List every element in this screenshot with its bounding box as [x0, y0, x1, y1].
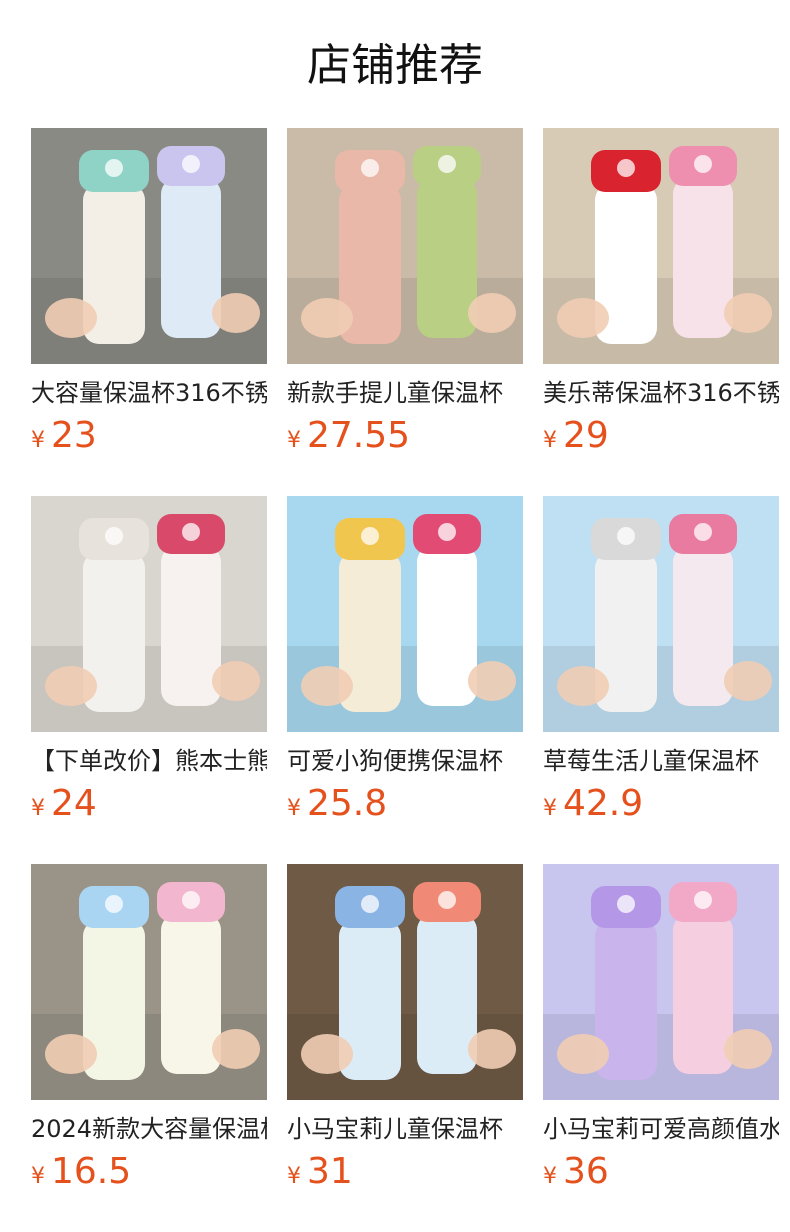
price-amount: 23 [51, 415, 97, 456]
price-amount: 42.9 [563, 783, 644, 824]
product-image[interactable] [543, 496, 779, 732]
currency-symbol: ¥ [287, 1164, 301, 1189]
product-image[interactable] [543, 128, 779, 364]
product-image[interactable] [31, 864, 267, 1100]
product-name[interactable]: 美乐蒂保温杯316不锈钢 [543, 377, 779, 409]
price-amount: 16.5 [51, 1151, 132, 1192]
thermos-bottles-image [543, 128, 779, 364]
product-card[interactable]: 新款手提儿童保温杯 ¥27.55 [287, 128, 523, 468]
product-image[interactable] [31, 128, 267, 364]
product-price: ¥36 [543, 1150, 609, 1194]
currency-symbol: ¥ [31, 428, 45, 453]
price-amount: 24 [51, 783, 97, 824]
page-title: 店铺推荐 [307, 40, 483, 91]
product-card[interactable]: 【下单改价】熊本士熊 ¥24 [31, 496, 267, 836]
product-card[interactable]: 小马宝莉可爱高颜值水杯 ¥36 [543, 864, 779, 1204]
thermos-bottles-image [287, 864, 523, 1100]
price-amount: 27.55 [307, 415, 411, 456]
currency-symbol: ¥ [543, 1164, 557, 1189]
price-amount: 31 [307, 1151, 353, 1192]
product-name[interactable]: 【下单改价】熊本士熊 [31, 745, 267, 777]
currency-symbol: ¥ [31, 796, 45, 821]
product-price: ¥16.5 [31, 1150, 131, 1194]
product-card[interactable]: 美乐蒂保温杯316不锈钢 ¥29 [543, 128, 779, 468]
thermos-bottles-image [31, 864, 267, 1100]
product-price: ¥24 [31, 782, 97, 826]
product-card[interactable]: 草莓生活儿童保温杯 ¥42.9 [543, 496, 779, 836]
product-price: ¥25.8 [287, 782, 387, 826]
thermos-bottles-image [287, 128, 523, 364]
product-name[interactable]: 可爱小狗便携保温杯 [287, 745, 523, 777]
product-card[interactable]: 2024新款大容量保温杯 ¥16.5 [31, 864, 267, 1204]
product-card[interactable]: 大容量保温杯316不锈钢 ¥23 [31, 128, 267, 468]
product-image[interactable] [31, 496, 267, 732]
product-price: ¥31 [287, 1150, 353, 1194]
product-name[interactable]: 新款手提儿童保温杯 [287, 377, 523, 409]
product-image[interactable] [287, 128, 523, 364]
price-amount: 29 [563, 415, 609, 456]
product-name[interactable]: 草莓生活儿童保温杯 [543, 745, 779, 777]
thermos-bottles-image [31, 128, 267, 364]
currency-symbol: ¥ [287, 428, 301, 453]
product-image[interactable] [287, 864, 523, 1100]
thermos-bottles-image [543, 496, 779, 732]
product-card[interactable]: 小马宝莉儿童保温杯 ¥31 [287, 864, 523, 1204]
currency-symbol: ¥ [543, 796, 557, 821]
product-image[interactable] [287, 496, 523, 732]
product-card[interactable]: 可爱小狗便携保温杯 ¥25.8 [287, 496, 523, 836]
product-price: ¥29 [543, 414, 609, 458]
thermos-bottles-image [31, 496, 267, 732]
product-price: ¥23 [31, 414, 97, 458]
currency-symbol: ¥ [287, 796, 301, 821]
product-price: ¥42.9 [543, 782, 643, 826]
thermos-bottles-image [543, 864, 779, 1100]
product-name[interactable]: 2024新款大容量保温杯 [31, 1113, 267, 1145]
product-price: ¥27.55 [287, 414, 410, 458]
currency-symbol: ¥ [543, 428, 557, 453]
thermos-bottles-image [287, 496, 523, 732]
product-name[interactable]: 小马宝莉可爱高颜值水杯 [543, 1113, 779, 1145]
currency-symbol: ¥ [31, 1164, 45, 1189]
product-name[interactable]: 大容量保温杯316不锈钢 [31, 377, 267, 409]
product-name[interactable]: 小马宝莉儿童保温杯 [287, 1113, 523, 1145]
price-amount: 36 [563, 1151, 609, 1192]
product-image[interactable] [543, 864, 779, 1100]
price-amount: 25.8 [307, 783, 388, 824]
